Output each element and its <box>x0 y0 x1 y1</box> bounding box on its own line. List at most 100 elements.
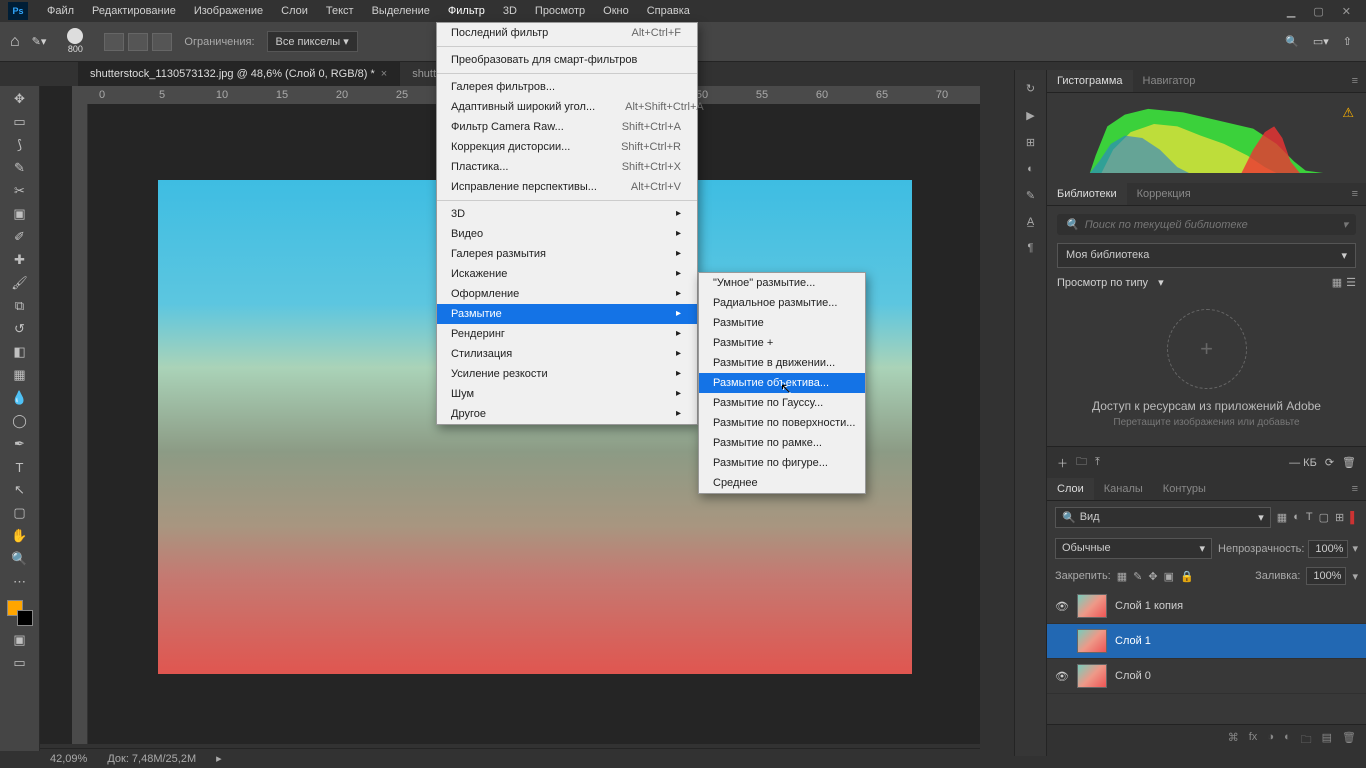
menu-item[interactable]: Видео <box>437 224 697 244</box>
menu-3d[interactable]: 3D <box>494 1 526 21</box>
history-panel-icon[interactable]: ↻ <box>1026 82 1035 95</box>
brush-tool[interactable]: 🖌 <box>7 274 33 292</box>
menu-item[interactable]: Искажение <box>437 264 697 284</box>
menu-item[interactable]: Адаптивный широкий угол...Alt+Shift+Ctrl… <box>437 97 697 117</box>
layer-fx-icon[interactable]: fx <box>1249 731 1258 750</box>
type-tool[interactable]: T <box>7 458 33 476</box>
panel-menu-icon[interactable]: ≡ <box>1344 478 1366 500</box>
menu-просмотр[interactable]: Просмотр <box>526 1 594 21</box>
list-view-icon[interactable]: ☰ <box>1346 276 1356 289</box>
add-icon[interactable]: ＋ <box>1057 455 1068 471</box>
menu-item[interactable]: Стилизация <box>437 344 697 364</box>
history-brush-tool[interactable]: ↺ <box>7 320 33 338</box>
close-icon[interactable]: ✕ <box>1342 5 1351 18</box>
quick-mask-icon[interactable]: ▣ <box>7 631 33 649</box>
menu-item[interactable]: Другое <box>437 404 697 424</box>
menu-item[interactable]: Размытие <box>437 304 697 324</box>
layer-mask-icon[interactable]: ◑ <box>1267 731 1274 750</box>
selection-add-icon[interactable] <box>128 33 148 51</box>
hand-tool[interactable]: ✋ <box>7 527 33 545</box>
path-select-tool[interactable]: ↖ <box>7 481 33 499</box>
sync-icon[interactable]: ⟳ <box>1325 456 1334 469</box>
constraint-dropdown[interactable]: Все пикселы ▾ <box>267 31 358 52</box>
shape-tool[interactable]: ▢ <box>7 504 33 522</box>
menu-item[interactable]: Шум <box>437 384 697 404</box>
search-icon[interactable]: 🔍 <box>1285 35 1299 48</box>
menu-текст[interactable]: Текст <box>317 1 363 21</box>
menu-слои[interactable]: Слои <box>272 1 317 21</box>
screen-mode-icon[interactable]: ▭ <box>7 654 33 672</box>
filter-type-icon[interactable]: T <box>1306 511 1313 524</box>
paragraph-panel-icon[interactable]: ¶ <box>1028 242 1034 254</box>
menu-item[interactable]: Размытие <box>699 313 865 333</box>
menu-item[interactable]: Размытие по Гауссу... <box>699 393 865 413</box>
folder-icon[interactable]: 🗀 <box>1076 453 1087 472</box>
link-layers-icon[interactable]: ⌘ <box>1228 731 1239 750</box>
home-icon[interactable]: ⌂ <box>10 33 20 51</box>
tab-layers[interactable]: Слои <box>1047 478 1094 500</box>
menu-item[interactable]: Последний фильтрAlt+Ctrl+F <box>437 23 697 43</box>
menu-item[interactable]: Размытие + <box>699 333 865 353</box>
fill-adjustment-icon[interactable]: ◐ <box>1284 731 1291 750</box>
layer-thumbnail[interactable] <box>1077 594 1107 618</box>
libraries-dropdown[interactable]: Моя библиотека▾ <box>1057 243 1356 268</box>
visibility-icon[interactable]: 👁 <box>1055 670 1069 683</box>
group-icon[interactable]: 🗀 <box>1301 731 1312 750</box>
layer-thumbnail[interactable] <box>1077 664 1107 688</box>
layer-name[interactable]: Слой 1 копия <box>1115 600 1183 612</box>
brush-preview[interactable]: 800 <box>58 28 92 56</box>
background-color[interactable] <box>17 610 33 626</box>
menu-изображение[interactable]: Изображение <box>185 1 272 21</box>
document-tab[interactable]: shutterstock_1130573132.jpg @ 48,6% (Сло… <box>78 62 400 86</box>
panel-menu-icon[interactable]: ≡ <box>1344 70 1366 92</box>
opacity-input[interactable]: 100% <box>1308 540 1348 558</box>
blur-tool[interactable]: 💧 <box>7 389 33 407</box>
lasso-tool[interactable]: ⟆ <box>7 136 33 154</box>
menu-item[interactable]: Галерея фильтров... <box>437 77 697 97</box>
lock-pixels-icon[interactable]: ▦ <box>1117 570 1127 583</box>
filter-shape-icon[interactable]: ▢ <box>1319 511 1329 524</box>
close-icon[interactable]: × <box>381 68 387 80</box>
zoom-level[interactable]: 42,09% <box>50 753 87 765</box>
pen-tool[interactable]: ✒ <box>7 435 33 453</box>
filter-adjust-icon[interactable]: ◐ <box>1293 511 1300 524</box>
chevron-down-icon[interactable]: ▾ <box>1352 570 1358 583</box>
layer-item[interactable]: 👁Слой 0 <box>1047 659 1366 694</box>
menu-item[interactable]: Усиление резкости <box>437 364 697 384</box>
maximize-icon[interactable]: ▢ <box>1313 5 1323 18</box>
fill-input[interactable]: 100% <box>1306 567 1346 585</box>
histogram-warning-icon[interactable]: ⚠ <box>1342 105 1354 121</box>
filter-toggle[interactable]: ▌ <box>1350 512 1358 524</box>
menu-item[interactable]: Оформление <box>437 284 697 304</box>
menu-редактирование[interactable]: Редактирование <box>83 1 185 21</box>
selection-new-icon[interactable] <box>104 33 124 51</box>
panel-menu-icon[interactable]: ≡ <box>1344 183 1366 205</box>
chevron-right-icon[interactable]: ▸ <box>216 752 222 765</box>
tab-channels[interactable]: Каналы <box>1094 478 1153 500</box>
visibility-icon[interactable]: 👁 <box>1055 600 1069 613</box>
menu-item[interactable]: Среднее <box>699 473 865 493</box>
menu-справка[interactable]: Справка <box>638 1 699 21</box>
layer-name[interactable]: Слой 1 <box>1115 635 1151 647</box>
menu-фильтр[interactable]: Фильтр <box>439 1 494 21</box>
menu-item[interactable]: Галерея размытия <box>437 244 697 264</box>
new-layer-icon[interactable]: ▤ <box>1322 731 1332 750</box>
quick-select-tool[interactable]: ✎ <box>7 159 33 177</box>
menu-item[interactable]: "Умное" размытие... <box>699 273 865 293</box>
move-tool[interactable]: ✥ <box>7 90 33 108</box>
menu-выделение[interactable]: Выделение <box>363 1 439 21</box>
view-by-type-label[interactable]: Просмотр по типу <box>1057 277 1148 289</box>
menu-item[interactable]: Пластика...Shift+Ctrl+X <box>437 157 697 177</box>
menu-item[interactable]: Размытие по поверхности... <box>699 413 865 433</box>
layer-item[interactable]: Слой 1 <box>1047 624 1366 659</box>
gradient-tool[interactable]: ▦ <box>7 366 33 384</box>
dodge-tool[interactable]: ◯ <box>7 412 33 430</box>
filter-smart-icon[interactable]: ⊞ <box>1335 511 1344 524</box>
menu-item[interactable]: Размытие в движении... <box>699 353 865 373</box>
grid-view-icon[interactable]: ▦ <box>1332 276 1342 289</box>
tab-corrections[interactable]: Коррекция <box>1127 183 1201 205</box>
menu-item[interactable]: Исправление перспективы...Alt+Ctrl+V <box>437 177 697 197</box>
layers-kind-dropdown[interactable]: 🔍 Вид ▾ <box>1055 507 1271 528</box>
menu-файл[interactable]: Файл <box>38 1 83 21</box>
menu-item[interactable]: Размытие по рамке... <box>699 433 865 453</box>
